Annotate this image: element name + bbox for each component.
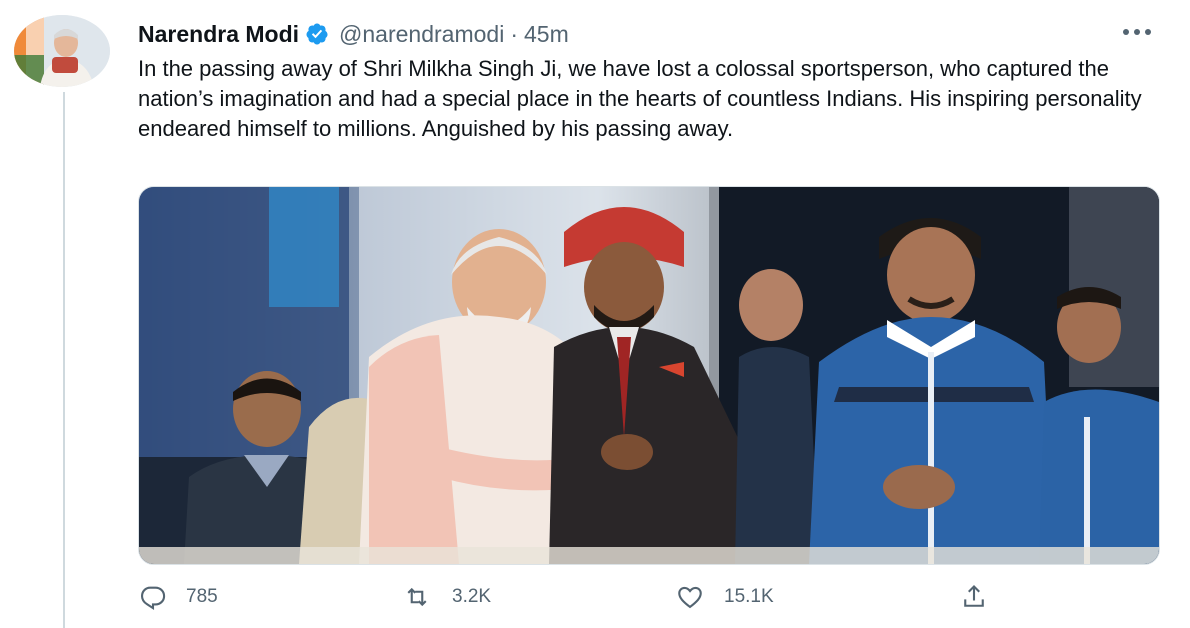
tweet-text: In the passing away of Shri Milkha Singh…	[138, 56, 1142, 141]
retweet-icon	[407, 587, 427, 607]
author-handle[interactable]: @narendramodi	[339, 21, 504, 48]
tweet-action-bar: 785 3.2K 15.1K	[138, 580, 998, 614]
share-button[interactable]	[958, 580, 1008, 614]
more-options-button[interactable]	[1118, 18, 1156, 46]
author-avatar[interactable]	[14, 15, 110, 87]
thread-line	[63, 92, 65, 628]
reply-button[interactable]: 785	[138, 580, 218, 614]
like-count: 15.1K	[724, 586, 774, 607]
author-name[interactable]: Narendra Modi	[138, 21, 299, 48]
retweet-button[interactable]: 3.2K	[400, 580, 491, 614]
header-separator: ·	[510, 20, 518, 47]
retweet-count: 3.2K	[452, 586, 492, 607]
reply-count: 785	[186, 586, 218, 607]
like-button[interactable]: 15.1K	[674, 580, 774, 614]
heart-icon	[678, 586, 702, 609]
verified-badge-icon	[305, 22, 329, 46]
photo-illustration	[139, 187, 1159, 564]
tweet-header: Narendra Modi @narendramodi · 45m	[138, 18, 569, 50]
tweet-timestamp[interactable]: 45m	[524, 21, 569, 48]
avatar-image	[14, 15, 110, 87]
share-icon	[964, 585, 984, 607]
tweet-media-photo[interactable]	[138, 186, 1160, 565]
more-horizontal-icon	[1123, 29, 1151, 35]
reply-icon	[140, 586, 166, 611]
